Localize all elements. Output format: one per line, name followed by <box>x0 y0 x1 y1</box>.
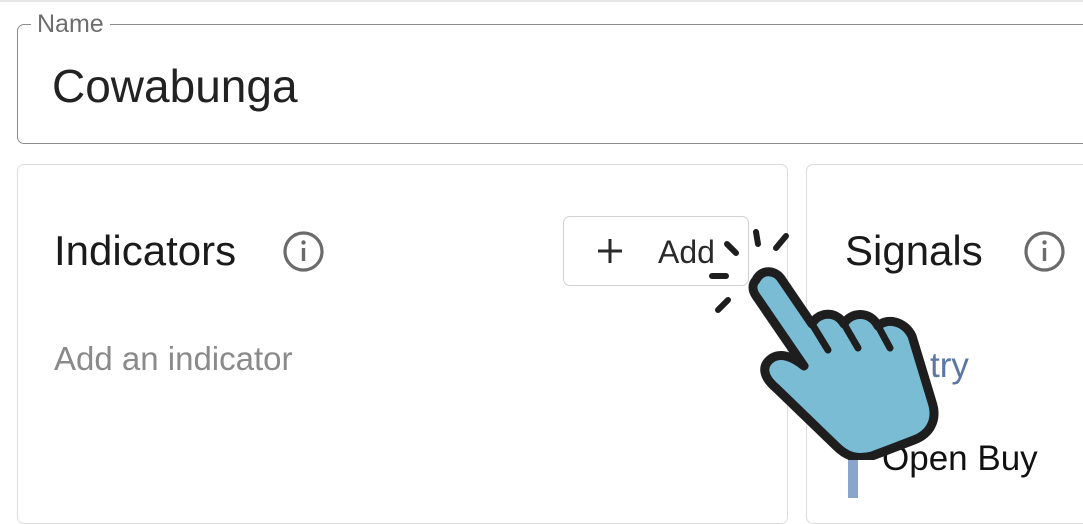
signal-accent-bar <box>848 450 858 498</box>
plus-icon <box>598 239 622 263</box>
indicators-empty-placeholder: Add an indicator <box>54 340 293 377</box>
add-button-label: Add <box>658 234 715 270</box>
name-field-label: Name <box>31 9 110 39</box>
info-icon[interactable] <box>283 231 324 272</box>
signal-section-link[interactable]: try <box>930 345 969 387</box>
signals-title: Signals <box>845 227 983 274</box>
name-input[interactable] <box>52 58 652 114</box>
info-icon[interactable] <box>1024 231 1065 272</box>
indicators-title: Indicators <box>54 227 237 274</box>
add-indicator-button[interactable]: Add <box>563 216 749 286</box>
top-divider <box>0 0 1083 2</box>
signal-item-open-buy[interactable]: Open Buy <box>882 438 1038 480</box>
